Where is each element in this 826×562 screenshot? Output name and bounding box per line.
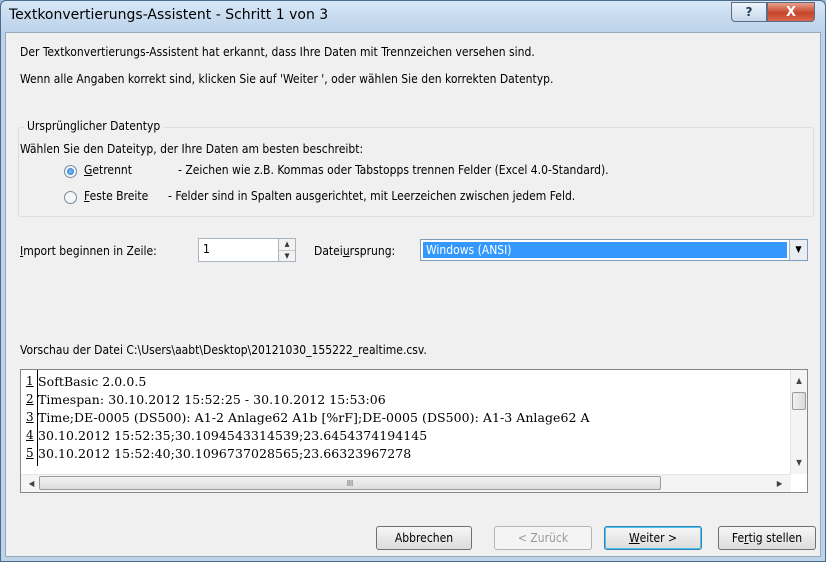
preview-row-text: 30.10.2012 15:52:40;30.1096737028565;23.… bbox=[38, 446, 412, 461]
scroll-up-icon[interactable]: ▲ bbox=[791, 372, 807, 389]
vertical-scroll-thumb[interactable] bbox=[792, 392, 806, 410]
preview-row-number: 1 bbox=[26, 374, 34, 388]
window-title: Textkonvertierungs-Assistent - Schritt 1… bbox=[9, 7, 329, 23]
radio-delimited-label[interactable]: Getrennt bbox=[84, 163, 132, 177]
help-button[interactable]: ? bbox=[731, 2, 767, 22]
scroll-down-icon[interactable]: ▼ bbox=[791, 454, 807, 471]
finish-button[interactable]: Fe r tig stellen bbox=[718, 526, 816, 550]
dialog-body: Der Textkonvertierungs-Assistent hat erk… bbox=[5, 32, 821, 557]
preview-label: Vorschau der Datei C:\Users\aabt\Desktop… bbox=[20, 343, 427, 357]
title-bar[interactable]: Textkonvertierungs-Assistent - Schritt 1… bbox=[1, 1, 825, 31]
file-origin-dropdown[interactable]: Windows (ANSI) ▼ bbox=[420, 239, 808, 261]
intro-line-1: Der Textkonvertierungs-Assistent hat erk… bbox=[20, 45, 535, 59]
horizontal-scroll-thumb[interactable]: III bbox=[39, 476, 661, 490]
scroll-right-icon[interactable]: ▶ bbox=[771, 475, 788, 492]
spin-down-icon[interactable]: ▼ bbox=[279, 251, 295, 262]
preview-row-text: 30.10.2012 15:52:35;30.1094543314539;23.… bbox=[38, 428, 428, 443]
radio-fixed-width-description: - Felder sind in Spalten ausgerichtet, m… bbox=[168, 189, 576, 203]
file-preview[interactable]: 1 SoftBasic 2.0.0.5 2 Timespan: 30.10.20… bbox=[20, 369, 808, 493]
preview-horizontal-scrollbar[interactable]: ◀ III ▶ bbox=[21, 474, 791, 492]
grip-icon: III bbox=[346, 478, 354, 488]
close-icon: X bbox=[785, 4, 797, 20]
file-origin-value: Windows (ANSI) bbox=[423, 242, 787, 258]
spin-up-icon[interactable]: ▲ bbox=[279, 239, 295, 251]
preview-row-number: 4 bbox=[26, 428, 34, 442]
preview-vertical-scrollbar[interactable]: ▲ ▼ bbox=[790, 370, 807, 474]
preview-row-text: Timespan: 30.10.2012 15:52:25 - 30.10.20… bbox=[38, 392, 386, 407]
radio-delimited-description: - Zeichen wie z.B. Kommas oder Tabstopps… bbox=[178, 163, 609, 177]
radio-fixed-width-label[interactable]: Feste Breite bbox=[84, 189, 148, 203]
start-row-spinner[interactable]: ▲ ▼ bbox=[278, 238, 296, 262]
preview-row-text: SoftBasic 2.0.0.5 bbox=[38, 374, 147, 389]
preview-row-number: 2 bbox=[26, 392, 34, 406]
datatype-prompt: Wählen Sie den Dateityp, der Ihre Daten … bbox=[20, 142, 364, 156]
radio-fixed-width[interactable] bbox=[64, 191, 77, 204]
close-button[interactable]: X bbox=[767, 2, 815, 22]
wizard-window: Textkonvertierungs-Assistent - Schritt 1… bbox=[0, 0, 826, 562]
preview-row-text: Time;DE-0005 (DS500): A1-2 Anlage62 A1b … bbox=[38, 410, 590, 425]
scroll-left-icon[interactable]: ◀ bbox=[23, 475, 40, 492]
help-icon: ? bbox=[745, 5, 753, 19]
back-button[interactable]: < Zurück bbox=[494, 526, 592, 550]
radio-delimited[interactable] bbox=[64, 165, 77, 178]
start-row-label: Import beginnen in Zeile: bbox=[20, 244, 157, 258]
cancel-button[interactable]: Abbrechen bbox=[376, 526, 472, 550]
dropdown-arrow-icon[interactable]: ▼ bbox=[789, 240, 807, 260]
next-button[interactable]: Weiter > bbox=[604, 526, 702, 550]
datatype-group-label: Ursprünglicher Datentyp bbox=[24, 119, 164, 133]
preview-row-number: 3 bbox=[26, 410, 34, 424]
file-origin-label: Dateiursprung: bbox=[314, 244, 396, 258]
preview-row-number: 5 bbox=[26, 446, 34, 460]
start-row-input[interactable]: 1 bbox=[198, 238, 280, 262]
intro-line-2: Wenn alle Angaben korrekt sind, klicken … bbox=[20, 72, 554, 86]
